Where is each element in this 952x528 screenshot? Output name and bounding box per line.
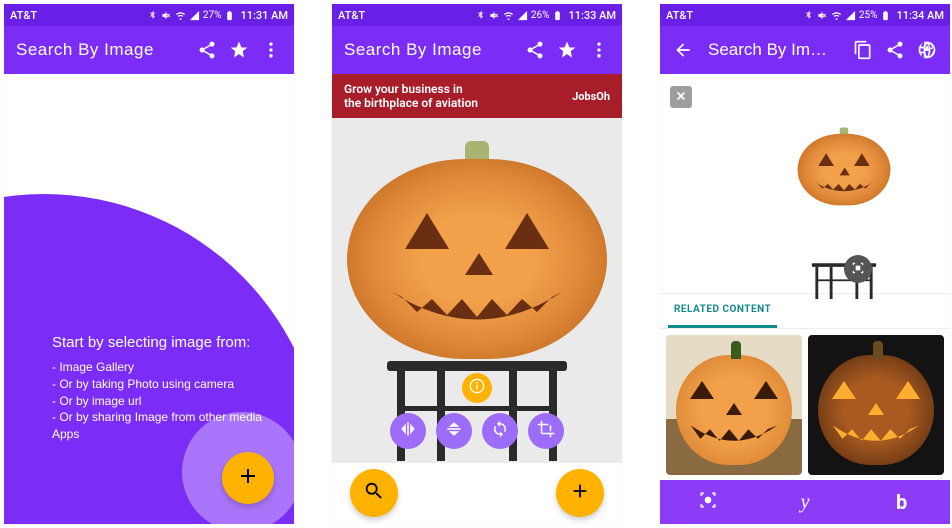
globe-icon[interactable] [916, 39, 938, 61]
result-item[interactable] [808, 335, 944, 475]
ad-banner[interactable]: Grow your business in the birthplace of … [332, 74, 622, 118]
tab-google-lens[interactable] [660, 480, 757, 524]
flip-horizontal-icon [399, 420, 417, 442]
app-bar: Search By Image [332, 26, 622, 74]
tab-yandex[interactable]: y [757, 480, 854, 524]
wifi-icon [831, 10, 842, 21]
plus-icon [236, 464, 260, 492]
close-icon [674, 88, 688, 107]
rotate-button[interactable] [482, 413, 518, 449]
pumpkin-image [347, 121, 607, 461]
status-bar: AT&T 25% 11:34 AM [660, 4, 950, 26]
star-icon[interactable] [228, 39, 250, 61]
tab-related-content[interactable]: RELATED CONTENT [668, 294, 777, 328]
ad-line-2: the birthplace of aviation [344, 96, 478, 110]
battery-percent: 27% [203, 10, 222, 21]
search-icon [363, 480, 385, 506]
app-bar: Search By Image [4, 26, 294, 74]
query-image [760, 128, 851, 239]
status-bar: AT&T 26% 11:33 AM [332, 4, 622, 26]
wifi-icon [175, 10, 186, 21]
overflow-menu-icon[interactable] [260, 39, 282, 61]
battery-icon [552, 10, 563, 21]
app-title: Search By Image [344, 40, 514, 60]
app-title: Search By Im… [708, 40, 842, 60]
bluetooth-icon [147, 10, 158, 21]
flip-horizontal-button[interactable] [390, 413, 426, 449]
crop-button[interactable] [528, 413, 564, 449]
wifi-icon [503, 10, 514, 21]
info-button[interactable] [462, 373, 492, 403]
image-preview [332, 118, 622, 463]
crop-icon [537, 420, 555, 442]
mute-icon [817, 10, 828, 21]
flip-vertical-button[interactable] [436, 413, 472, 449]
results-grid [660, 329, 950, 480]
rotate-icon [491, 420, 509, 442]
app-title: Search By Image [16, 40, 186, 60]
overflow-menu-icon[interactable] [588, 39, 610, 61]
tab-bing[interactable]: b [853, 480, 950, 524]
close-image-button[interactable] [670, 86, 692, 108]
star-icon[interactable] [556, 39, 578, 61]
signal-icon [189, 10, 200, 21]
add-image-fab[interactable] [556, 469, 604, 517]
clock-time: 11:33 AM [568, 9, 616, 22]
search-fab[interactable] [350, 469, 398, 517]
edit-toolbar [390, 413, 564, 449]
lens-icon [851, 260, 865, 279]
battery-icon [224, 10, 235, 21]
battery-icon [880, 10, 891, 21]
screen-2-image-editor: AT&T 26% 11:33 AM Search By Image Grow y… [332, 4, 622, 524]
clock-time: 11:31 AM [240, 9, 288, 22]
plus-icon [569, 480, 591, 506]
ad-logo: JobsOh [572, 90, 610, 103]
query-image-area [660, 74, 950, 294]
intro-item: - Or by taking Photo using camera [52, 376, 274, 393]
carrier-label: AT&T [10, 9, 37, 22]
status-bar: AT&T 27% 11:31 AM [4, 4, 294, 26]
app-bar: Search By Im… [660, 26, 950, 74]
flip-vertical-icon [445, 420, 463, 442]
battery-percent: 25% [859, 10, 878, 21]
share-icon[interactable] [196, 39, 218, 61]
carrier-label: AT&T [338, 9, 365, 22]
intro-heading: Start by selecting image from: [52, 334, 274, 351]
carrier-label: AT&T [666, 9, 693, 22]
camera-icon [698, 490, 718, 514]
intro-item: - Or by image url [52, 393, 274, 410]
screen-3-search-results: AT&T 25% 11:34 AM Search By Im… [660, 4, 950, 524]
search-engine-tabs: y b [660, 480, 950, 524]
share-icon[interactable] [524, 39, 546, 61]
mute-icon [489, 10, 500, 21]
mute-icon [161, 10, 172, 21]
visual-search-button[interactable] [844, 255, 872, 283]
clock-time: 11:34 AM [896, 9, 944, 22]
add-image-fab[interactable] [222, 452, 274, 504]
bluetooth-icon [475, 10, 486, 21]
copy-icon[interactable] [852, 39, 874, 61]
ad-line-1: Grow your business in [344, 82, 478, 96]
battery-percent: 26% [531, 10, 550, 21]
info-icon [469, 378, 485, 398]
screen-1-empty-state: AT&T 27% 11:31 AM Search By Image Start … [4, 4, 294, 524]
signal-icon [517, 10, 528, 21]
intro-item: - Image Gallery [52, 359, 274, 376]
result-item[interactable] [666, 335, 802, 475]
results-tabs: RELATED CONTENT [660, 294, 950, 329]
share-icon[interactable] [884, 39, 906, 61]
signal-icon [845, 10, 856, 21]
back-button[interactable] [672, 39, 694, 61]
bluetooth-icon [803, 10, 814, 21]
